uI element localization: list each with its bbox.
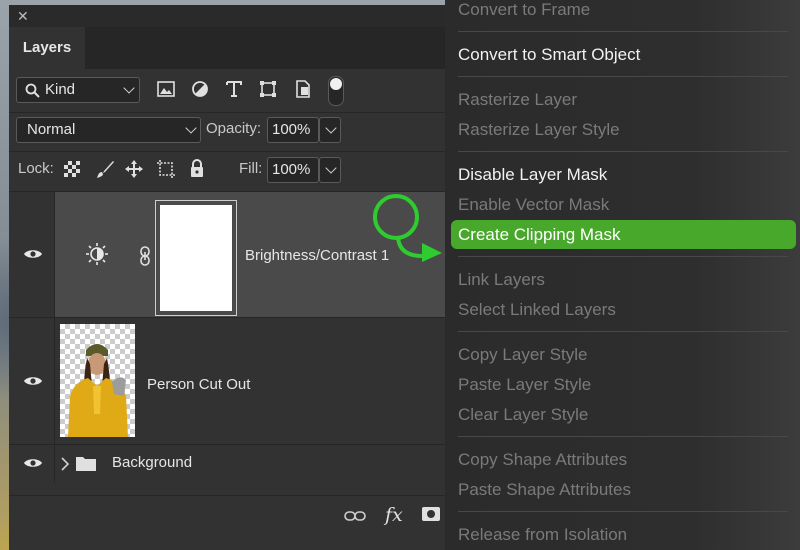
- menu-item-copy-layer-style[interactable]: Copy Layer Style: [458, 345, 587, 365]
- panel-tab-bar: Layers: [9, 27, 445, 69]
- fill-input[interactable]: 100%: [267, 157, 319, 183]
- menu-separator: [458, 76, 788, 77]
- blend-mode-select[interactable]: Normal: [16, 117, 201, 143]
- layer-row-background[interactable]: Background: [9, 445, 445, 483]
- search-icon: [25, 83, 40, 98]
- opacity-dropdown[interactable]: [319, 117, 341, 143]
- folder-icon: [76, 457, 96, 471]
- menu-item-link-layers[interactable]: Link Layers: [458, 270, 545, 290]
- person-layer-thumbnail[interactable]: [60, 324, 135, 437]
- divider: [9, 112, 445, 113]
- opacity-input[interactable]: 100%: [267, 117, 319, 143]
- filter-toggle-knob: [330, 78, 342, 90]
- chevron-down-icon: [185, 122, 197, 134]
- chevron-right-icon[interactable]: [61, 457, 69, 471]
- fill-value: 100%: [272, 161, 311, 178]
- visibility-column: [9, 445, 55, 483]
- lock-artboard-icon[interactable]: [156, 159, 176, 179]
- menu-item-disable-layer-mask[interactable]: Disable Layer Mask: [458, 165, 607, 185]
- menu-separator: [458, 151, 788, 152]
- layer-name: Person Cut Out: [147, 376, 251, 393]
- layers-panel: ✕ Layers Kind Normal Opacity: 100% Lock:…: [9, 5, 445, 550]
- menu-separator: [458, 511, 788, 512]
- type-filter-icon[interactable]: [226, 80, 242, 98]
- eye-icon[interactable]: [23, 248, 43, 260]
- visibility-column: [9, 318, 55, 444]
- fill-dropdown[interactable]: [319, 157, 341, 183]
- panel-titlebar: ✕: [9, 5, 445, 27]
- adjustment-filter-icon[interactable]: [191, 80, 209, 98]
- shape-filter-icon[interactable]: [259, 80, 277, 98]
- opacity-label: Opacity:: [206, 120, 262, 137]
- menu-item-paste-layer-style[interactable]: Paste Layer Style: [458, 375, 591, 395]
- filter-toggle-switch[interactable]: [328, 76, 344, 106]
- smart-object-filter-icon[interactable]: [295, 80, 311, 98]
- filter-kind-label: Kind: [45, 81, 76, 98]
- menu-item-rasterize-layer[interactable]: Rasterize Layer: [458, 90, 577, 110]
- tab-layers[interactable]: Layers: [9, 27, 85, 69]
- divider: [9, 151, 445, 152]
- menu-item-release-from-isolation[interactable]: Release from Isolation: [458, 525, 627, 545]
- lock-image-pixels-icon[interactable]: [95, 159, 115, 179]
- lock-transparent-pixels-icon[interactable]: [64, 161, 80, 177]
- mask-link-icon[interactable]: [139, 246, 151, 266]
- menu-item-create-clipping-mask[interactable]: Create Clipping Mask: [458, 225, 621, 245]
- menu-item-convert-to-frame[interactable]: Convert to Frame: [458, 0, 590, 20]
- fx-icon[interactable]: fx: [385, 504, 403, 526]
- lock-all-icon[interactable]: [189, 158, 205, 178]
- menu-item-enable-vector-mask[interactable]: Enable Vector Mask: [458, 195, 609, 215]
- menu-item-paste-shape-attributes[interactable]: Paste Shape Attributes: [458, 480, 631, 500]
- brightness-adjustment-icon: [86, 243, 108, 265]
- filter-kind-select[interactable]: Kind: [16, 77, 140, 103]
- blend-mode-value: Normal: [27, 121, 76, 138]
- eye-icon[interactable]: [23, 375, 43, 387]
- layers-footer: fx: [9, 495, 445, 536]
- close-icon[interactable]: ✕: [17, 6, 29, 26]
- menu-separator: [458, 31, 788, 32]
- eye-icon[interactable]: [23, 457, 43, 469]
- menu-item-rasterize-layer-style[interactable]: Rasterize Layer Style: [458, 120, 620, 140]
- fill-label: Fill:: [239, 160, 263, 177]
- chevron-down-icon: [325, 162, 337, 174]
- menu-item-clear-layer-style[interactable]: Clear Layer Style: [458, 405, 588, 425]
- menu-separator: [458, 436, 788, 437]
- chevron-down-icon: [123, 82, 135, 94]
- chevron-down-icon: [325, 122, 337, 134]
- menu-item-convert-to-smart-object[interactable]: Convert to Smart Object: [458, 45, 640, 65]
- opacity-value: 100%: [272, 121, 311, 138]
- add-mask-icon[interactable]: [422, 507, 440, 521]
- layer-row-person-cut-out[interactable]: Person Cut Out: [9, 318, 445, 444]
- menu-separator: [458, 331, 788, 332]
- menu-item-copy-shape-attributes[interactable]: Copy Shape Attributes: [458, 450, 627, 470]
- link-layers-icon[interactable]: [344, 510, 366, 522]
- menu-separator: [458, 256, 788, 257]
- layer-name: Background: [112, 454, 193, 471]
- person-figure-image: [68, 344, 128, 437]
- visibility-column: [9, 192, 55, 317]
- layer-context-menu: Convert to Frame Convert to Smart Object…: [445, 0, 800, 550]
- menu-item-select-linked-layers[interactable]: Select Linked Layers: [458, 300, 616, 320]
- image-filter-icon[interactable]: [157, 81, 175, 97]
- annotation-arrow: [373, 194, 442, 262]
- lock-label: Lock:: [18, 160, 54, 177]
- mask-white-fill: [160, 205, 232, 311]
- lock-position-icon[interactable]: [124, 159, 144, 179]
- layer-mask-thumbnail[interactable]: [155, 200, 237, 316]
- mask-hole: [427, 510, 435, 518]
